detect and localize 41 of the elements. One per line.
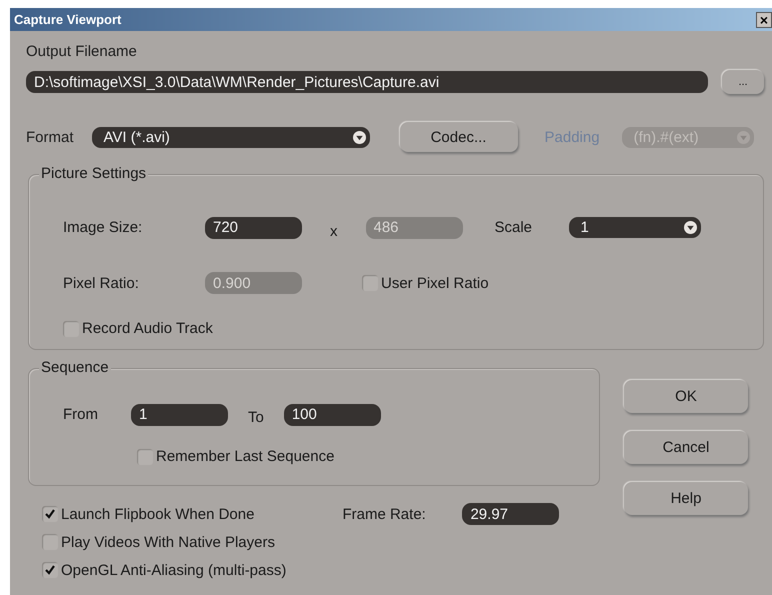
checkbox-option[interactable]: Remember Last Sequence — [137, 448, 334, 465]
width-field[interactable]: 720 — [205, 216, 302, 238]
to-field[interactable]: 100 — [284, 404, 381, 426]
checkbox-option[interactable]: OpenGL Anti-Aliasing (multi-pass) — [42, 562, 286, 578]
frame-rate-label: Frame Rate: — [342, 506, 427, 522]
checkbox-option[interactable]: Play Videos With Native Players — [42, 534, 275, 550]
frame-rate-field[interactable]: 29.97 — [462, 503, 560, 525]
from-label: From — [63, 406, 99, 423]
caret-icon — [684, 221, 696, 234]
scale-label: Scale — [494, 219, 534, 236]
pixel-ratio-label: Pixel Ratio: — [63, 274, 140, 292]
checkbox[interactable] — [42, 534, 58, 550]
checkbox-option[interactable]: Launch Flipbook When Done — [42, 506, 254, 522]
codec-button[interactable]: Codec... — [400, 122, 518, 152]
checkbox-option[interactable]: Record Audio Track — [63, 320, 213, 337]
format-label: Format — [26, 128, 74, 146]
caret-icon — [352, 130, 366, 144]
dialog-button[interactable]: OK — [624, 380, 748, 413]
checkbox[interactable] — [42, 562, 58, 578]
from-field[interactable]: 1 — [131, 404, 228, 426]
checkbox[interactable] — [137, 448, 153, 464]
group-title: Picture Settings — [39, 165, 148, 182]
filename-field[interactable]: D:\softimage\XSI_3.0\Data\WM\Render_Pictures\Capture.avi — [26, 71, 708, 93]
caret-icon — [736, 130, 750, 144]
window-title: Capture Viewport — [14, 12, 122, 27]
padding-label: Padding — [544, 128, 600, 146]
output-filename-label: Output Filename — [26, 43, 138, 60]
scale-dropdown[interactable]: 1 — [568, 217, 700, 238]
close-button[interactable]: × — [756, 12, 772, 28]
times-label: x — [330, 223, 338, 240]
browse-button[interactable]: ... — [722, 70, 764, 94]
group-title: Sequence — [39, 359, 111, 376]
format-dropdown[interactable]: AVI (*.avi) — [92, 126, 370, 148]
dialog-button[interactable]: Help — [624, 482, 748, 515]
checkbox[interactable] — [42, 506, 58, 522]
image-size-label: Image Size: — [63, 219, 144, 236]
to-label: To — [248, 409, 264, 426]
dialog-button[interactable]: Cancel — [624, 431, 748, 464]
checkbox[interactable] — [362, 275, 378, 291]
checkbox[interactable] — [63, 320, 79, 336]
checkbox-option[interactable]: User Pixel Ratio — [362, 274, 489, 292]
